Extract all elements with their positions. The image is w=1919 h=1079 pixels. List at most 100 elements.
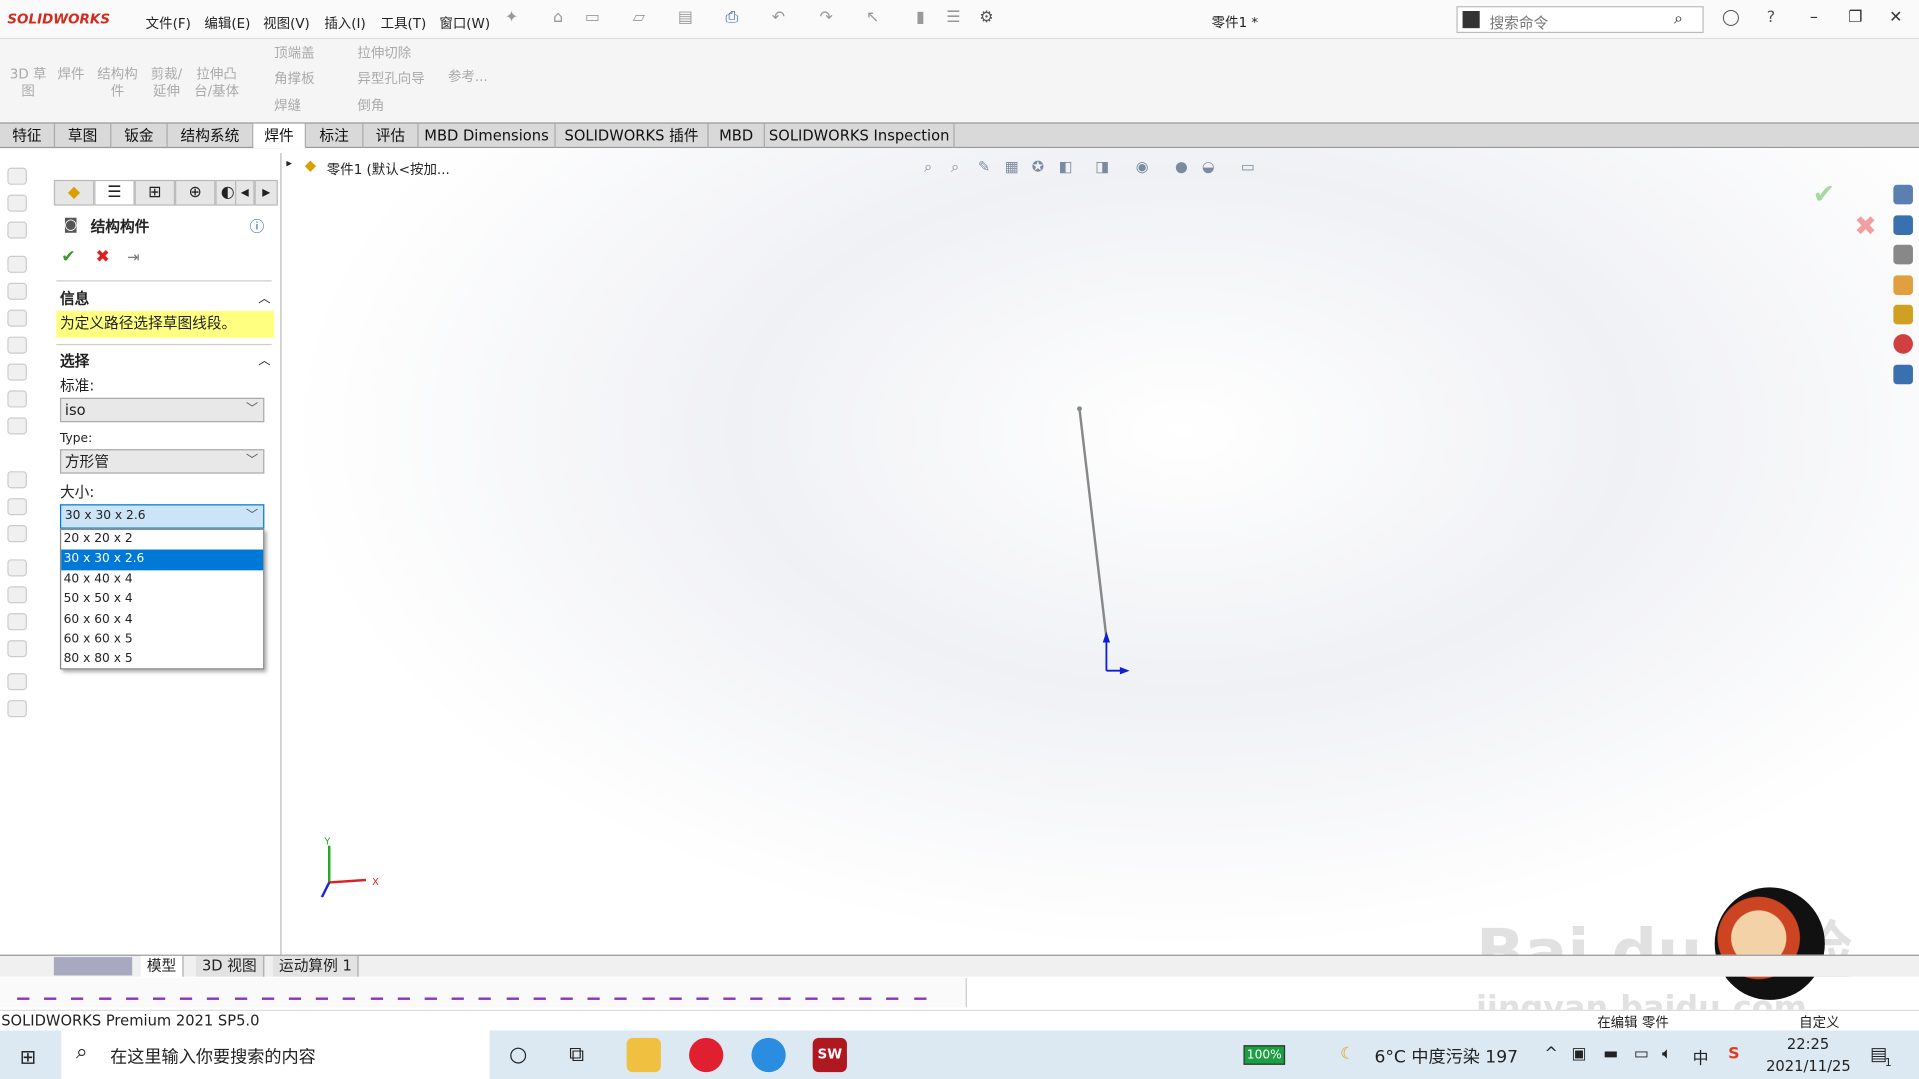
collapse-chevron-icon[interactable]: ︿ bbox=[258, 288, 270, 306]
type-select[interactable]: 方形管 ﹀ bbox=[59, 449, 265, 474]
filter-tool-icon[interactable] bbox=[397, 985, 410, 1000]
extruded-cut-button[interactable]: 拉伸切除 bbox=[357, 45, 411, 62]
view-palette-icon[interactable] bbox=[1893, 275, 1913, 295]
tool-icon[interactable] bbox=[7, 559, 27, 577]
filter-tool-icon[interactable] bbox=[506, 985, 519, 1000]
standard-select[interactable]: iso ﹀ bbox=[59, 397, 265, 423]
pin-icon[interactable]: ✦ bbox=[503, 9, 520, 27]
clock-date[interactable]: 2021/11/25 bbox=[1766, 1057, 1851, 1074]
cortana-icon[interactable]: ○ bbox=[509, 1043, 527, 1067]
tool-icon[interactable] bbox=[7, 613, 27, 631]
collapse-chevron-icon[interactable]: ︿ bbox=[258, 350, 270, 368]
tool-icon[interactable] bbox=[7, 255, 27, 273]
gusset-button[interactable]: 角撑板 bbox=[274, 71, 314, 88]
tool-icon[interactable] bbox=[7, 194, 27, 212]
filter-tool-icon[interactable] bbox=[125, 985, 139, 1000]
design-library-icon[interactable] bbox=[1893, 215, 1913, 235]
size-option[interactable]: 60 x 60 x 5 bbox=[61, 630, 263, 650]
close-icon[interactable]: ✕ bbox=[1887, 9, 1904, 27]
print-icon[interactable]: ⎙ bbox=[723, 9, 740, 27]
filter-tool-icon[interactable] bbox=[669, 985, 682, 1000]
file-explorer-app-icon[interactable] bbox=[626, 1037, 661, 1073]
task-view-icon[interactable]: ⧉ bbox=[569, 1043, 584, 1067]
help-icon[interactable]: ? bbox=[1762, 9, 1779, 27]
tab-mbd-dimensions[interactable]: MBD Dimensions bbox=[419, 123, 556, 149]
tab-3d-views[interactable]: 3D 视图 bbox=[195, 955, 264, 977]
chamfer-button[interactable]: 倒角 bbox=[357, 98, 384, 115]
tool-icon[interactable] bbox=[7, 309, 27, 327]
redo-icon[interactable]: ↷ bbox=[818, 9, 835, 27]
selection-section-header[interactable]: 选择 bbox=[60, 350, 89, 371]
help-icon[interactable]: ⓘ bbox=[250, 215, 265, 236]
menu-file[interactable]: 文件(F) bbox=[146, 13, 191, 33]
tab-markup[interactable]: 标注 bbox=[306, 123, 364, 149]
filter-tool-icon[interactable] bbox=[642, 985, 655, 1000]
weld-bead-button[interactable]: 焊缝 bbox=[274, 98, 301, 115]
tool-icon[interactable] bbox=[7, 221, 27, 239]
ime-indicator[interactable]: 中 bbox=[1693, 1045, 1709, 1068]
filter-tool-icon[interactable] bbox=[71, 985, 84, 1000]
filter-tool-icon[interactable] bbox=[370, 985, 383, 1000]
extrude-boss-button[interactable]: 拉伸凸台/基体 bbox=[191, 66, 242, 100]
filter-tool-icon[interactable] bbox=[886, 985, 899, 1000]
menu-insert[interactable]: 插入(I) bbox=[324, 13, 365, 33]
volume-icon[interactable]: 🔈︎ bbox=[1662, 1045, 1672, 1063]
user-account-icon[interactable]: ◯ bbox=[1722, 9, 1740, 27]
windows-start-icon[interactable]: ⊞ bbox=[20, 1045, 36, 1068]
restore-icon[interactable]: ❐ bbox=[1847, 9, 1864, 27]
file-properties-icon[interactable]: ☰ bbox=[945, 9, 962, 27]
tool-icon[interactable] bbox=[7, 673, 27, 691]
tray-app-icon[interactable]: ▣ bbox=[1571, 1045, 1586, 1063]
tab-solidworks-addins[interactable]: SOLIDWORKS 插件 bbox=[556, 123, 709, 149]
filter-tool-icon[interactable] bbox=[533, 985, 546, 1000]
menu-view[interactable]: 视图(V) bbox=[263, 13, 310, 33]
graphics-area[interactable]: ▸ ◆ 零件1 (默认<按加... ⌕ ⌕ ✎ ▦ ✪ ◧ ◨ ◉ ● ◒ ▭ … bbox=[282, 148, 1919, 1027]
tab-scroll-buttons[interactable] bbox=[53, 957, 133, 976]
tab-sketch[interactable]: 草图 bbox=[55, 123, 112, 149]
filter-tool-icon[interactable] bbox=[832, 985, 845, 1000]
search-icon[interactable]: ⌕ bbox=[1674, 10, 1683, 28]
menu-tools[interactable]: 工具(T) bbox=[381, 13, 427, 33]
browser-app-icon[interactable] bbox=[751, 1037, 786, 1073]
sketch-line[interactable] bbox=[1078, 408, 1108, 638]
filter-tool-icon[interactable] bbox=[207, 985, 220, 1000]
filter-tool-icon[interactable] bbox=[180, 985, 193, 1000]
filter-tool-icon[interactable] bbox=[805, 985, 818, 1000]
tab-mbd[interactable]: MBD bbox=[709, 123, 765, 149]
size-option[interactable]: 60 x 60 x 4 bbox=[61, 610, 263, 630]
tool-icon[interactable] bbox=[7, 336, 27, 354]
filter-tool-icon[interactable] bbox=[913, 985, 926, 1000]
tool-icon[interactable] bbox=[7, 498, 27, 516]
filter-tool-icon[interactable] bbox=[44, 985, 57, 1000]
menu-window[interactable]: 窗口(W) bbox=[439, 13, 490, 33]
filter-tool-icon[interactable] bbox=[152, 985, 166, 1000]
filter-tool-icon[interactable] bbox=[587, 985, 600, 1000]
scenes-icon[interactable] bbox=[1893, 334, 1913, 354]
filter-tool-icon[interactable] bbox=[777, 985, 791, 1000]
filter-tool-icon[interactable] bbox=[560, 985, 573, 1000]
options-gear-icon[interactable]: ⚙ bbox=[978, 9, 995, 27]
tool-icon[interactable] bbox=[7, 525, 27, 543]
taskbar-search-input[interactable]: ⌕ 在这里输入你要搜索的内容 bbox=[61, 1030, 490, 1079]
ok-check-icon[interactable]: ✔ bbox=[61, 247, 75, 267]
custom-properties-icon[interactable] bbox=[1893, 364, 1913, 385]
configuration-manager-tab-icon[interactable]: ⊞ bbox=[134, 179, 176, 206]
weather-text[interactable]: 6°C 中度污染 197 bbox=[1374, 1044, 1518, 1068]
reference-geometry-button[interactable]: 参考... bbox=[448, 69, 488, 86]
trim-extend-button[interactable]: 剪裁/延伸 bbox=[144, 66, 188, 100]
size-option[interactable]: 30 x 30 x 2.6 bbox=[61, 550, 264, 571]
dimxpert-tab-icon[interactable]: ⊕ bbox=[175, 179, 216, 206]
new-icon[interactable]: ▭ bbox=[584, 9, 601, 27]
filter-tool-icon[interactable] bbox=[98, 985, 111, 1000]
filter-tool-icon[interactable] bbox=[614, 985, 628, 1000]
home-icon[interactable]: ⌂ bbox=[550, 9, 567, 27]
3d-sketch-button[interactable]: 3D 草图 bbox=[7, 66, 49, 100]
filter-tool-icon[interactable] bbox=[261, 985, 274, 1000]
appearances-icon[interactable] bbox=[1893, 304, 1913, 325]
tab-evaluate[interactable]: 评估 bbox=[363, 123, 419, 149]
undo-icon[interactable]: ↶ bbox=[770, 9, 787, 27]
filter-tool-icon[interactable] bbox=[424, 985, 437, 1000]
tool-icon[interactable] bbox=[7, 390, 27, 408]
tool-icon[interactable] bbox=[7, 700, 27, 718]
search-commands-input[interactable]: 搜索命令 ⌕ bbox=[1456, 6, 1704, 34]
